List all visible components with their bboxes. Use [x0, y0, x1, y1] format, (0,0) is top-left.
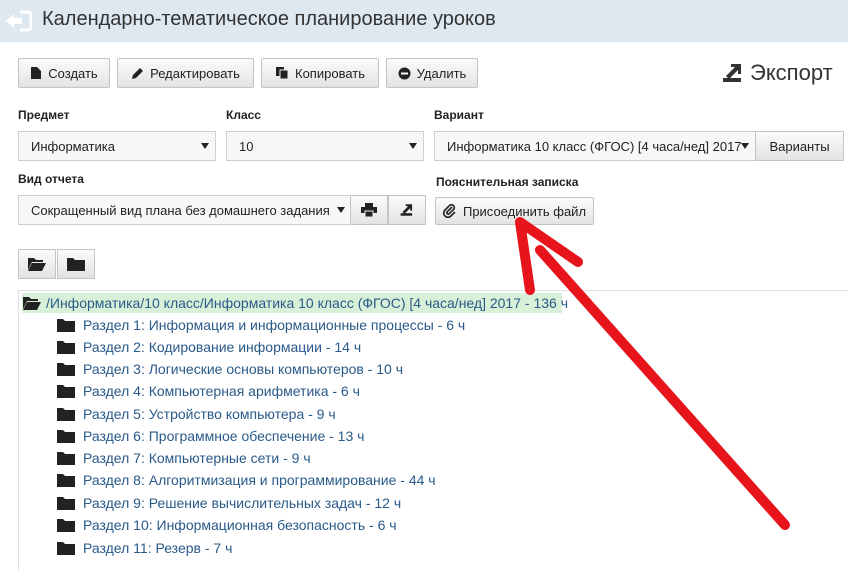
report-export-button[interactable]: [388, 195, 426, 225]
print-button[interactable]: [350, 195, 388, 225]
tree-section[interactable]: Раздел 8: Алгоритмизация и программирова…: [56, 470, 436, 490]
dropdown-arrow-icon: [337, 207, 345, 213]
tree-section[interactable]: Раздел 1: Информация и информационные пр…: [56, 315, 465, 335]
folder-icon: [57, 519, 75, 532]
variant-label: Вариант: [434, 108, 484, 122]
tree-section[interactable]: Раздел 2: Кодирование информации - 14 ч: [56, 337, 361, 357]
tree-section-label: Раздел 6: Программное обеспечение - 13 ч: [83, 428, 365, 444]
dropdown-arrow-icon: [201, 143, 209, 149]
folder-icon: [57, 474, 75, 487]
edit-button[interactable]: Редактировать: [117, 58, 254, 88]
folder-open-icon: [28, 258, 46, 271]
report-type-select[interactable]: Сокращенный вид плана без домашнего зада…: [18, 195, 352, 225]
create-button[interactable]: Создать: [18, 58, 110, 88]
folder-icon: [57, 497, 75, 510]
tree-section-label: Раздел 9: Решение вычислительных задач -…: [83, 495, 402, 511]
page-title: Календарно-тематическое планирование уро…: [42, 8, 496, 30]
edit-button-label: Редактировать: [150, 65, 240, 81]
collapse-all-button[interactable]: [57, 249, 95, 279]
folder-icon: [67, 258, 85, 271]
export-icon: [400, 204, 413, 216]
tree-section-label: Раздел 2: Кодирование информации - 14 ч: [83, 339, 362, 355]
dropdown-arrow-icon: [409, 143, 417, 149]
folder-icon: [57, 408, 75, 421]
copy-button[interactable]: Копировать: [261, 58, 379, 88]
create-button-label: Создать: [48, 65, 98, 81]
explanatory-note-label: Пояснительная записка: [436, 175, 579, 189]
tree-section-label: Раздел 3: Логические основы компьютеров …: [83, 361, 404, 377]
tree-section[interactable]: Раздел 6: Программное обеспечение - 13 ч: [56, 426, 364, 446]
folder-icon: [57, 542, 75, 555]
tree-section-label: Раздел 4: Компьютерная арифметика - 6 ч: [83, 383, 360, 399]
attach-file-button-label: Присоединить файл: [462, 203, 587, 219]
copy-button-label: Копировать: [295, 65, 365, 81]
subject-select[interactable]: Информатика: [18, 131, 216, 161]
tree-section[interactable]: Раздел 3: Логические основы компьютеров …: [56, 359, 403, 379]
new-document-icon: [31, 67, 42, 79]
variant-select[interactable]: Информатика 10 класс (ФГОС) [4 часа/нед]…: [434, 131, 756, 161]
subject-select-value: Информатика: [31, 138, 115, 154]
folder-icon: [57, 341, 75, 354]
variants-button-label: Варианты: [769, 138, 830, 154]
export-link[interactable]: Экспорт: [722, 60, 833, 86]
tree-section[interactable]: Раздел 10: Информационная безопасность -…: [56, 515, 397, 535]
tree-section-label: Раздел 1: Информация и информационные пр…: [83, 317, 466, 333]
expand-all-button[interactable]: [18, 249, 56, 279]
attach-file-button[interactable]: Присоединить файл: [435, 197, 594, 225]
folder-icon: [57, 385, 75, 398]
dropdown-arrow-icon: [741, 143, 749, 149]
folder-icon: [57, 319, 75, 332]
tree-section-label: Раздел 11: Резерв - 7 ч: [83, 540, 233, 556]
pencil-icon: [132, 67, 144, 79]
tree-section-label: Раздел 7: Компьютерные сети - 9 ч: [83, 450, 311, 466]
tree-section-label: Раздел 5: Устройство компьютера - 9 ч: [83, 406, 336, 422]
variant-select-value: Информатика 10 класс (ФГОС) [4 часа/нед]…: [447, 138, 742, 154]
folder-icon: [57, 452, 75, 465]
tree-root-label: /Информатика/10 класс/Информатика 10 кла…: [46, 295, 568, 311]
folder-icon: [57, 363, 75, 376]
export-label: Экспорт: [750, 60, 833, 85]
delete-button[interactable]: Удалить: [386, 58, 478, 88]
tree-section[interactable]: Раздел 5: Устройство компьютера - 9 ч: [56, 404, 336, 424]
report-type-label: Вид отчета: [18, 172, 84, 186]
copy-icon: [276, 67, 289, 80]
folder-open-icon: [23, 297, 41, 310]
class-label: Класс: [226, 108, 261, 122]
tree-section[interactable]: Раздел 4: Компьютерная арифметика - 6 ч: [56, 381, 360, 401]
minus-circle-icon: [398, 67, 411, 79]
back-arrow-icon[interactable]: [4, 9, 32, 33]
tree-section-label: Раздел 10: Информационная безопасность -…: [83, 517, 397, 533]
tree-section[interactable]: Раздел 11: Резерв - 7 ч: [56, 538, 232, 558]
paperclip-icon: [442, 204, 456, 218]
delete-button-label: Удалить: [416, 65, 467, 81]
export-icon: [723, 64, 741, 82]
class-select[interactable]: 10: [226, 131, 424, 161]
subject-label: Предмет: [18, 108, 70, 122]
printer-icon: [361, 203, 377, 217]
tree-section[interactable]: Раздел 9: Решение вычислительных задач -…: [56, 493, 401, 513]
folder-icon: [57, 430, 75, 443]
header-bar: Календарно-тематическое планирование уро…: [0, 0, 848, 42]
report-type-select-value: Сокращенный вид плана без домашнего зада…: [31, 202, 330, 218]
class-select-value: 10: [239, 138, 254, 154]
tree-root[interactable]: /Информатика/10 класс/Информатика 10 кла…: [22, 293, 568, 313]
tree-section[interactable]: Раздел 7: Компьютерные сети - 9 ч: [56, 448, 311, 468]
variants-button[interactable]: Варианты: [755, 131, 844, 161]
tree-section-label: Раздел 8: Алгоритмизация и программирова…: [83, 472, 436, 488]
